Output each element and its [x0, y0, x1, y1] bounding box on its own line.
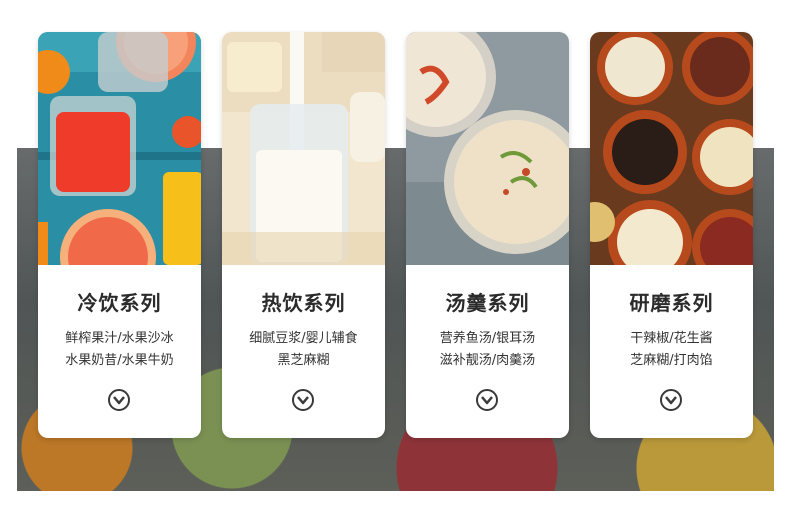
card-desc-line: 水果奶昔/水果牛奶	[65, 353, 174, 368]
card-title: 热饮系列	[261, 291, 346, 315]
chevron-down-circle-icon[interactable]	[292, 389, 314, 411]
card-desc-line: 鲜榨果汁/水果沙冰	[65, 331, 174, 346]
cold-drinks-photo	[38, 32, 201, 265]
category-card-hot[interactable]: 热饮系列 细腻豆浆/婴儿辅食 黑芝麻糊	[222, 32, 385, 438]
soup-photo	[406, 32, 569, 265]
category-card-cold[interactable]: 冷饮系列 鲜榨果汁/水果沙冰 水果奶昔/水果牛奶	[38, 32, 201, 438]
card-description: 鲜榨果汁/水果沙冰 水果奶昔/水果牛奶	[38, 328, 201, 372]
card-description: 干辣椒/花生酱 芝麻糊/打肉馅	[590, 328, 753, 372]
chevron-down-circle-icon[interactable]	[108, 389, 130, 411]
chevron-down-circle-icon[interactable]	[660, 389, 682, 411]
card-desc-line: 干辣椒/花生酱	[630, 331, 713, 346]
card-title: 汤羹系列	[445, 291, 530, 315]
card-desc-line: 芝麻糊/打肉馅	[630, 353, 713, 368]
card-desc-line: 黑芝麻糊	[277, 353, 330, 368]
card-title: 冷饮系列	[77, 291, 162, 315]
card-title: 研磨系列	[629, 291, 714, 315]
card-desc-line: 滋补靓汤/肉羹汤	[439, 353, 536, 368]
card-desc-line: 细腻豆浆/婴儿辅食	[249, 331, 358, 346]
card-description: 营养鱼汤/银耳汤 滋补靓汤/肉羹汤	[406, 328, 569, 372]
category-card-grind[interactable]: 研磨系列 干辣椒/花生酱 芝麻糊/打肉馅	[590, 32, 753, 438]
milk-photo	[222, 32, 385, 265]
chevron-down-circle-icon[interactable]	[476, 389, 498, 411]
grains-photo	[590, 32, 753, 265]
category-card-soup[interactable]: 汤羹系列 营养鱼汤/银耳汤 滋补靓汤/肉羹汤	[406, 32, 569, 438]
card-desc-line: 营养鱼汤/银耳汤	[439, 331, 536, 346]
card-description: 细腻豆浆/婴儿辅食 黑芝麻糊	[222, 328, 385, 372]
